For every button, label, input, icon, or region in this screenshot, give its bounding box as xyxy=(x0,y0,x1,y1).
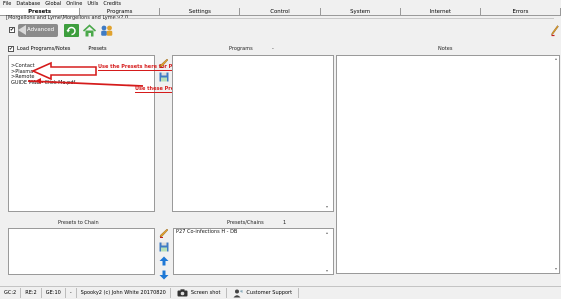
status-bar: GC:2 RE:2 GE:10 - Spooky2 (c) John White… xyxy=(0,286,561,299)
support-icon xyxy=(233,289,243,297)
save-chain-button[interactable] xyxy=(157,240,171,254)
status-separator: - xyxy=(66,288,77,298)
status-re: RE:2 xyxy=(21,288,42,298)
scroll-down-icon[interactable]: ▾ xyxy=(326,204,328,209)
presets-chains-panel[interactable]: P27 Co-infections H - DB xyxy=(173,228,334,275)
status-credit: Spooky2 (c) John White 20170820 xyxy=(77,288,171,298)
camera-icon xyxy=(177,289,188,297)
save-preset-button[interactable] xyxy=(157,70,171,84)
presets-chains-count: 1 xyxy=(283,220,287,226)
move-up-button[interactable] xyxy=(157,254,171,268)
support-label: Customer Support xyxy=(246,290,293,296)
notes-panel[interactable] xyxy=(336,55,560,274)
edit-preset-button[interactable] xyxy=(157,56,171,70)
list-item[interactable]: P27 Co-infections H - DB xyxy=(174,229,333,236)
scroll-down-icon[interactable]: ▾ xyxy=(555,266,557,271)
move-down-button[interactable] xyxy=(157,268,171,282)
customer-support-button[interactable]: Customer Support xyxy=(227,288,300,298)
presets-to-chain-label: Presets to Chain xyxy=(58,220,99,226)
screenshot-button[interactable]: Screen shot xyxy=(171,288,228,298)
presets-chains-label: Presets/Chains xyxy=(227,220,264,226)
presets-to-chain-panel[interactable] xyxy=(8,228,155,275)
arrow-left-icon xyxy=(31,61,97,81)
programs-list-panel[interactable] xyxy=(173,55,334,212)
edit-chain-button[interactable] xyxy=(157,226,171,240)
screenshot-label: Screen shot xyxy=(190,290,221,296)
scroll-up-icon[interactable]: ▴ xyxy=(555,56,557,61)
scroll-down-icon[interactable]: ▾ xyxy=(326,268,328,273)
status-gc: GC:2 xyxy=(0,288,22,298)
status-ge: GE:10 xyxy=(42,288,66,298)
scroll-up-icon[interactable]: ▴ xyxy=(326,230,328,235)
